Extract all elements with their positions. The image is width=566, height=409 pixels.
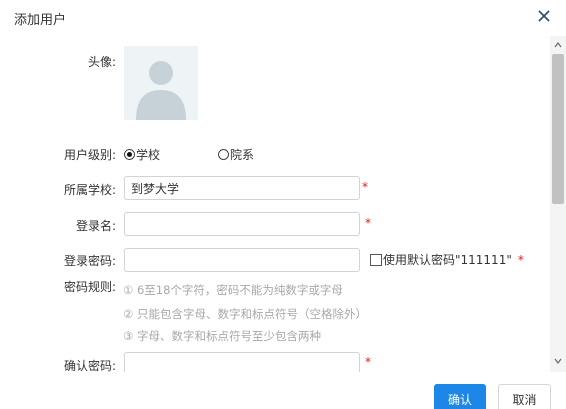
radio-checked-icon <box>124 149 135 160</box>
radio-unchecked-icon <box>218 149 229 160</box>
cancel-button[interactable]: 取消 <box>498 384 551 409</box>
form-content: 头像: 用户级别: 学校 院系 所属学校: * 登录名: * 登录密码: <box>0 36 550 372</box>
login-name-input[interactable] <box>124 212 360 236</box>
use-default-password-checkbox[interactable]: 使用默认密码"111111" * <box>370 251 524 268</box>
radio-department-label: 院系 <box>230 148 255 162</box>
dialog-footer: 确认 取消 <box>0 372 566 409</box>
chevron-down-icon[interactable] <box>554 357 562 365</box>
use-default-password-label: 使用默认密码"111111" <box>383 253 512 267</box>
school-input[interactable] <box>124 176 360 200</box>
login-name-label: 登录名: <box>75 219 116 233</box>
user-level-label: 用户级别: <box>63 148 116 162</box>
password-rule-2: ② 只能包含字母、数字和标点符号（空格除外） <box>123 307 367 321</box>
required-mark: * <box>517 252 524 267</box>
password-rule-1: ① 6至18个字符，密码不能为纯数字或字母 <box>123 283 343 297</box>
required-mark: * <box>365 355 371 369</box>
confirm-password-label: 确认密码: <box>63 359 116 372</box>
scrollbar[interactable] <box>550 36 566 372</box>
school-label: 所属学校: <box>63 183 116 197</box>
confirm-password-input[interactable] <box>124 352 360 372</box>
password-rule-3: ③ 字母、数字和标点符号至少包含两种 <box>123 329 321 343</box>
radio-school-label: 学校 <box>136 148 161 162</box>
scrollbar-thumb[interactable] <box>552 54 564 204</box>
password-rules-label: 密码规则: <box>63 280 116 294</box>
user-avatar-icon <box>136 61 186 120</box>
radio-school[interactable]: 学校 <box>124 146 160 163</box>
confirm-button[interactable]: 确认 <box>434 384 486 409</box>
radio-department[interactable]: 院系 <box>218 146 254 163</box>
close-icon[interactable] <box>536 8 552 24</box>
chevron-up-icon[interactable] <box>554 41 562 49</box>
required-mark: * <box>362 180 368 194</box>
avatar-label: 头像: <box>87 55 116 69</box>
password-input[interactable] <box>124 248 360 272</box>
avatar[interactable] <box>124 46 198 120</box>
dialog-title: 添加用户 <box>14 13 67 28</box>
password-label: 登录密码: <box>63 254 116 268</box>
checkbox-icon <box>370 253 382 266</box>
add-user-dialog: 添加用户 头像: 用户级别: 学校 院系 所属学校: * 登录名: * <box>0 0 566 409</box>
required-mark: * <box>365 216 371 230</box>
